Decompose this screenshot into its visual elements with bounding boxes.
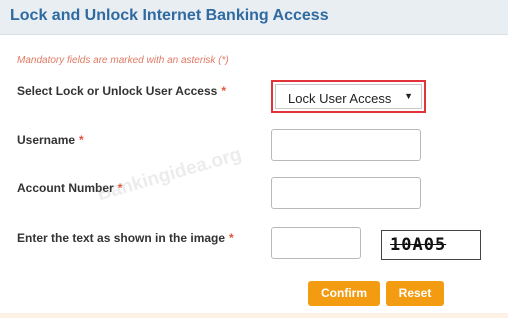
required-marker: * (79, 133, 84, 147)
captcha-label-text: Enter the text as shown in the image (17, 231, 226, 245)
required-marker: * (229, 231, 234, 245)
lock-unlock-select[interactable]: Lock User Access ▼ (271, 80, 426, 113)
captcha-input[interactable] (271, 227, 361, 259)
page-title: Lock and Unlock Internet Banking Access (10, 7, 329, 24)
captcha-label: Enter the text as shown in the image * (17, 231, 234, 245)
dropdown-arrow-icon[interactable]: ▼ (404, 91, 413, 101)
username-label: Username * (17, 133, 84, 147)
reset-button[interactable]: Reset (386, 281, 444, 306)
account-number-input[interactable] (271, 177, 421, 209)
captcha-image: 10A05 (381, 230, 481, 260)
username-label-text: Username (17, 133, 76, 147)
bottom-divider (0, 313, 508, 318)
select-field[interactable]: Lock User Access ▼ (275, 84, 422, 109)
page-header: Lock and Unlock Internet Banking Access (0, 0, 508, 35)
confirm-button[interactable]: Confirm (308, 281, 380, 306)
lock-select-label: Select Lock or Unlock User Access * (17, 84, 226, 98)
captcha-image-text: 10A05 (390, 235, 447, 255)
watermark: Bankingidea.org (95, 143, 244, 206)
lock-select-label-text: Select Lock or Unlock User Access (17, 84, 218, 98)
select-value: Lock User Access (288, 91, 392, 106)
username-input[interactable] (271, 129, 421, 161)
mandatory-note: Mandatory fields are marked with an aste… (17, 55, 229, 66)
required-marker: * (221, 84, 226, 98)
